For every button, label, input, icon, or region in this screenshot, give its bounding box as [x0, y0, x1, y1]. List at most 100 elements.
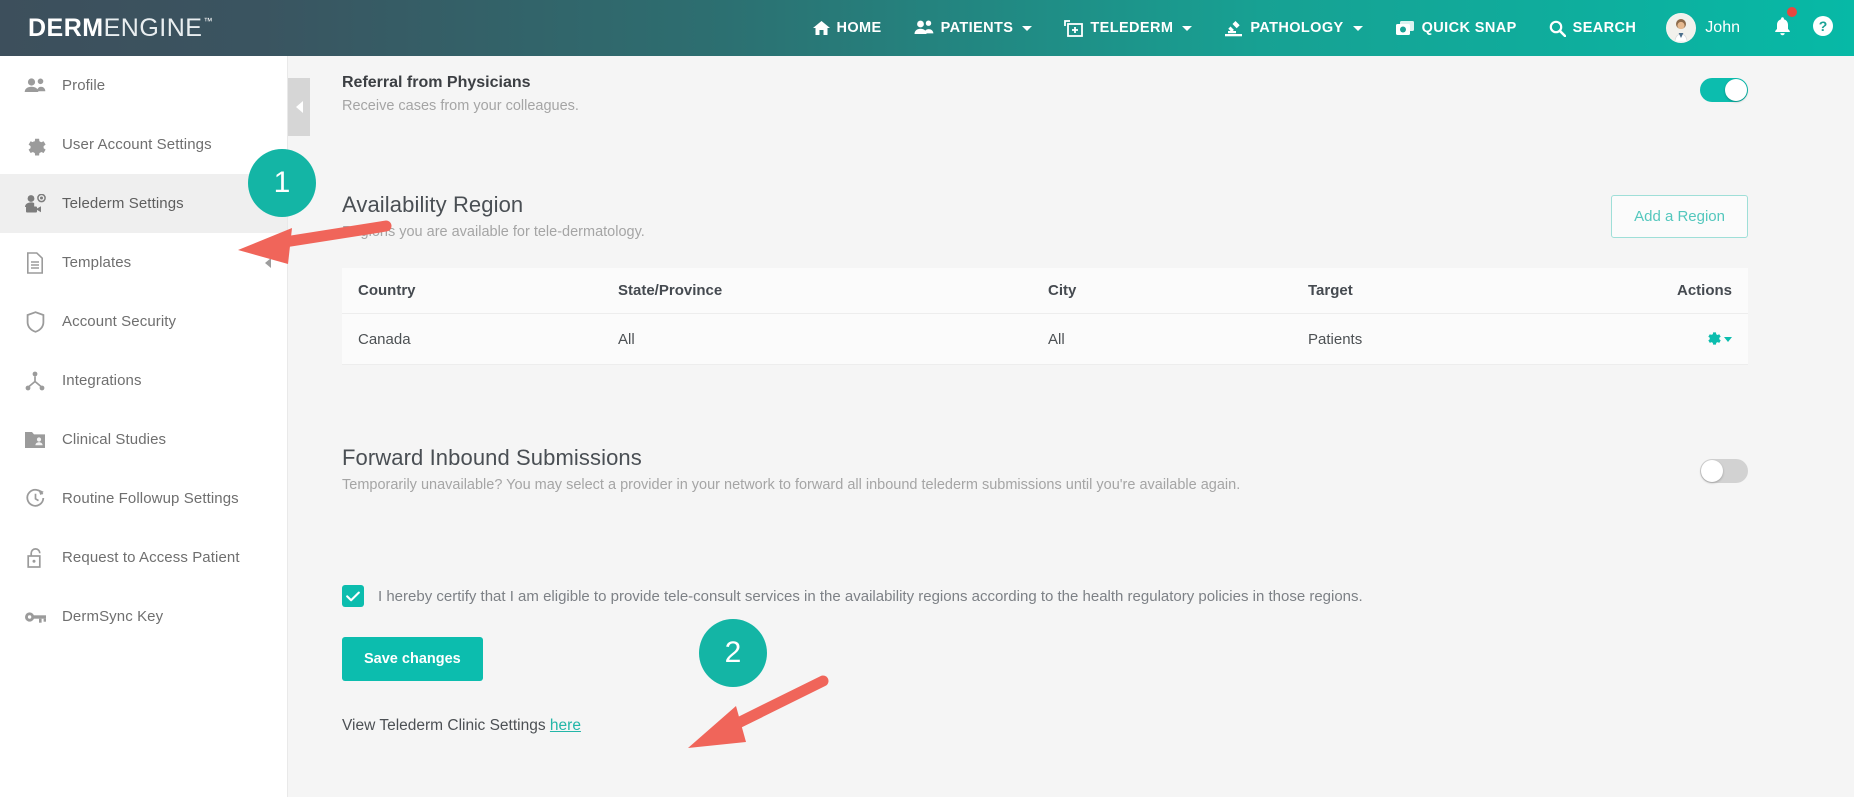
sidebar-item-routine-followup-settings[interactable]: Routine Followup Settings [0, 469, 287, 528]
nav-label-quick-snap: QUICK SNAP [1421, 20, 1517, 36]
table-body: Canada All All Patients [342, 313, 1748, 365]
column-header-target[interactable]: Target [1292, 268, 1522, 314]
sidebar-item-templates[interactable]: Templates [0, 233, 287, 292]
chevron-down-icon [1182, 25, 1193, 31]
sidebar-label: Routine Followup Settings [62, 490, 239, 507]
column-header-city[interactable]: City [1032, 268, 1292, 314]
app-logo[interactable]: DERM ENGINE ™ [28, 14, 213, 43]
nav-label-patients: PATIENTS [940, 20, 1014, 36]
nav-item-home[interactable]: HOME [797, 0, 898, 56]
sidebar-label: Profile [62, 77, 106, 94]
document-icon [18, 251, 52, 274]
key-icon [18, 610, 52, 624]
nav-label-telederm: TELEDERM [1090, 20, 1174, 36]
nav-item-pathology[interactable]: PATHOLOGY [1208, 0, 1378, 56]
sidebar-label: User Account Settings [62, 136, 212, 153]
chevron-down-icon [1724, 336, 1732, 342]
cell-city: All [1032, 313, 1292, 365]
column-header-country[interactable]: Country [342, 268, 602, 314]
availability-header: Availability Region Regions you are avai… [342, 192, 1748, 240]
referral-section: Referral from Physicians Receive cases f… [342, 74, 1748, 114]
toggle-knob [1701, 460, 1723, 482]
chevron-left-icon [295, 101, 303, 113]
referral-title: Referral from Physicians [342, 74, 531, 91]
sidebar-item-dermsync-key[interactable]: DermSync Key [0, 587, 287, 646]
sidebar-item-telederm-settings[interactable]: Telederm Settings [0, 174, 287, 233]
sidebar-label: Telederm Settings [62, 195, 184, 212]
row-actions-button[interactable] [1705, 329, 1732, 349]
nav-item-telederm[interactable]: TELEDERM [1048, 0, 1208, 56]
user-menu[interactable]: John [1652, 13, 1759, 43]
referral-subtitle: Receive cases from your colleagues. [342, 98, 579, 114]
cell-state: All [602, 313, 1032, 365]
nav-label-home: HOME [836, 20, 882, 36]
sidebar-label: Templates [62, 254, 132, 271]
notifications-button[interactable] [1759, 6, 1806, 41]
logo-trademark: ™ [203, 15, 213, 26]
chevron-down-icon [1352, 25, 1363, 31]
forward-toggle[interactable] [1700, 459, 1748, 483]
clinic-settings-link[interactable]: here [550, 717, 581, 734]
save-changes-button[interactable]: Save changes [342, 637, 483, 681]
logo-bold-part: DERM [28, 13, 104, 42]
gear-icon [18, 134, 52, 156]
logo-light-part: ENGINE [103, 13, 203, 42]
sidebar-collapse-handle[interactable] [288, 78, 310, 136]
column-header-state[interactable]: State/Province [602, 268, 1032, 314]
forward-section: Forward Inbound Submissions Temporarily … [342, 445, 1748, 493]
annotation-badge-1-number: 1 [273, 166, 291, 199]
patients-icon [914, 20, 934, 36]
sidebar-item-clinical-studies[interactable]: Clinical Studies [0, 410, 287, 469]
sidebar-label: Clinical Studies [62, 431, 167, 448]
help-circle-icon: ? [1812, 15, 1834, 41]
svg-text:?: ? [1819, 18, 1828, 34]
cell-actions [1522, 313, 1748, 365]
sidebar-item-user-account-settings[interactable]: User Account Settings [0, 115, 287, 174]
unlock-icon [18, 547, 52, 569]
toggle-knob [1725, 79, 1747, 101]
top-nav-items: HOME PATIENTS TELEDERM PATHOLOGY QUICK S… [797, 0, 1854, 56]
settings-sidebar: Profile User Account Settings Telederm S… [0, 56, 288, 797]
availability-region-table: Country State/Province City Target Actio… [342, 268, 1748, 365]
user-camera-icon [18, 193, 52, 214]
content-inner: Referral from Physicians Receive cases f… [342, 56, 1748, 735]
forward-text-block: Forward Inbound Submissions Temporarily … [342, 445, 1240, 493]
folder-user-icon [18, 430, 52, 449]
gear-dropdown-icon [1705, 329, 1721, 349]
nav-item-quick-snap[interactable]: QUICK SNAP [1379, 0, 1533, 56]
forward-subtitle: Temporarily unavailable? You may select … [342, 477, 1241, 493]
sidebar-item-account-security[interactable]: Account Security [0, 292, 287, 351]
top-navigation-bar: DERM ENGINE ™ HOME PATIENTS TELEDERM PAT… [0, 0, 1854, 56]
chevron-right-icon[interactable] [265, 257, 271, 268]
nav-label-pathology: PATHOLOGY [1250, 20, 1344, 36]
nav-item-search[interactable]: SEARCH [1533, 0, 1653, 56]
avatar [1666, 13, 1697, 43]
sidebar-label: Integrations [62, 372, 142, 389]
forward-title: Forward Inbound Submissions [342, 445, 642, 470]
availability-text-block: Availability Region Regions you are avai… [342, 192, 645, 240]
user-name-label: John [1705, 19, 1740, 36]
add-region-button[interactable]: Add a Region [1611, 194, 1748, 238]
sidebar-label: DermSync Key [62, 608, 164, 625]
app-root: DERM ENGINE ™ HOME PATIENTS TELEDERM PAT… [0, 0, 1854, 797]
column-header-actions: Actions [1522, 268, 1748, 314]
certify-section: I hereby certify that I am eligible to p… [342, 585, 1748, 607]
camera-icon [1395, 20, 1415, 37]
certify-checkbox[interactable] [342, 585, 364, 607]
help-button[interactable]: ? [1806, 15, 1854, 42]
availability-subtitle: Regions you are available for tele-derma… [342, 224, 645, 240]
certify-label: I hereby certify that I am eligible to p… [378, 587, 1363, 605]
search-icon [1549, 20, 1566, 37]
telederm-icon [1064, 19, 1084, 37]
network-icon [18, 371, 52, 391]
cell-target: Patients [1292, 313, 1522, 365]
clock-refresh-icon [18, 488, 52, 509]
sidebar-item-request-to-access-patient[interactable]: Request to Access Patient [0, 528, 287, 587]
people-icon [18, 77, 52, 95]
sidebar-item-integrations[interactable]: Integrations [0, 351, 287, 410]
referral-toggle[interactable] [1700, 78, 1748, 102]
nav-item-patients[interactable]: PATIENTS [898, 0, 1049, 56]
bell-icon [1773, 16, 1792, 40]
microscope-icon [1224, 20, 1243, 37]
sidebar-item-profile[interactable]: Profile [0, 56, 287, 115]
